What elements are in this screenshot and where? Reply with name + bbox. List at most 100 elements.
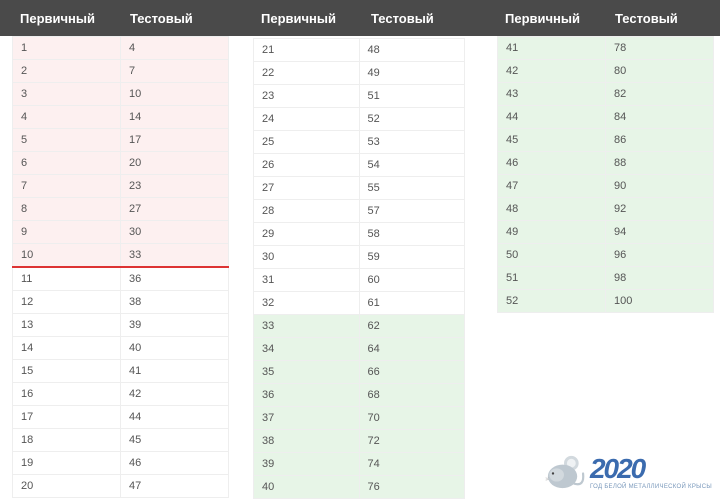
header-primary: Первичный [499,11,609,26]
cell-primary: 12 [13,291,121,314]
cell-test: 4 [121,37,229,60]
table-row: 4280 [498,60,714,83]
cell-primary: 3 [13,83,121,106]
cell-primary: 36 [254,384,360,407]
cell-test: 33 [121,244,229,268]
table-row: 2249 [254,62,465,85]
cell-primary: 2 [13,60,121,83]
header-test: Тестовый [365,11,465,26]
cell-primary: 34 [254,338,360,361]
cell-primary: 46 [498,152,606,175]
header-primary: Первичный [255,11,365,26]
header-group: ПервичныйТестовый [471,11,720,26]
cell-test: 58 [359,223,465,246]
cell-primary: 49 [498,221,606,244]
columns-wrap: 1427310414517620723827930103311361238133… [0,36,720,499]
score-column: 4178428043824484458646884790489249945096… [471,36,720,499]
cell-test: 39 [121,314,229,337]
table-row: 4892 [498,198,714,221]
cell-test: 36 [121,267,229,291]
cell-test: 100 [606,290,714,313]
cell-test: 55 [359,177,465,200]
table-row: 3566 [254,361,465,384]
cell-test: 92 [606,198,714,221]
table-row: 4790 [498,175,714,198]
cell-primary: 14 [13,337,121,360]
score-table: 4178428043824484458646884790489249945096… [497,36,714,313]
cell-primary: 45 [498,129,606,152]
cell-primary: 24 [254,108,360,131]
table-row: 1033 [13,244,229,268]
cell-primary: 26 [254,154,360,177]
header-group: ПервичныйТестовый [235,11,471,26]
cell-test: 80 [606,60,714,83]
table-row: 5096 [498,244,714,267]
cell-primary: 22 [254,62,360,85]
cell-primary: 52 [498,290,606,313]
cell-test: 49 [359,62,465,85]
cell-test: 60 [359,269,465,292]
table-row: 2654 [254,154,465,177]
table-row: 414 [13,106,229,129]
cell-test: 62 [359,315,465,338]
header-test: Тестовый [124,11,224,26]
cell-primary: 16 [13,383,121,406]
cell-primary: 38 [254,430,360,453]
cell-test: 45 [121,429,229,452]
table-row: 14 [13,37,229,60]
cell-test: 17 [121,129,229,152]
table-row: 2958 [254,223,465,246]
cell-test: 53 [359,131,465,154]
cell-test: 61 [359,292,465,315]
table-row: 3872 [254,430,465,453]
cell-primary: 28 [254,200,360,223]
table-row: 2148 [254,39,465,62]
cell-primary: 47 [498,175,606,198]
cell-test: 59 [359,246,465,269]
cell-test: 30 [121,221,229,244]
score-table: 1427310414517620723827930103311361238133… [12,36,229,498]
cell-test: 7 [121,60,229,83]
table-row: 4688 [498,152,714,175]
table-row: 310 [13,83,229,106]
table-row: 2553 [254,131,465,154]
table-row: 517 [13,129,229,152]
cell-primary: 29 [254,223,360,246]
header-primary: Первичный [14,11,124,26]
table-row: 2755 [254,177,465,200]
table-row: 4994 [498,221,714,244]
cell-primary: 51 [498,267,606,290]
cell-primary: 33 [254,315,360,338]
cell-primary: 18 [13,429,121,452]
cell-test: 66 [359,361,465,384]
cell-test: 72 [359,430,465,453]
table-row: 1339 [13,314,229,337]
cell-primary: 27 [254,177,360,200]
cell-primary: 6 [13,152,121,175]
header-group: ПервичныйТестовый [0,11,235,26]
cell-test: 70 [359,407,465,430]
cell-test: 27 [121,198,229,221]
cell-test: 88 [606,152,714,175]
header-test: Тестовый [609,11,709,26]
cell-primary: 30 [254,246,360,269]
cell-primary: 35 [254,361,360,384]
cell-primary: 10 [13,244,121,268]
cell-primary: 39 [254,453,360,476]
cell-test: 84 [606,106,714,129]
cell-primary: 21 [254,39,360,62]
cell-primary: 20 [13,475,121,498]
table-row: 2047 [13,475,229,498]
score-column: 2148224923512452255326542755285729583059… [235,38,471,499]
cell-primary: 8 [13,198,121,221]
cell-test: 78 [606,37,714,60]
table-row: 4382 [498,83,714,106]
cell-test: 10 [121,83,229,106]
cell-primary: 25 [254,131,360,154]
cell-test: 46 [121,452,229,475]
cell-test: 23 [121,175,229,198]
cell-test: 51 [359,85,465,108]
cell-primary: 32 [254,292,360,315]
cell-test: 68 [359,384,465,407]
table-row: 620 [13,152,229,175]
